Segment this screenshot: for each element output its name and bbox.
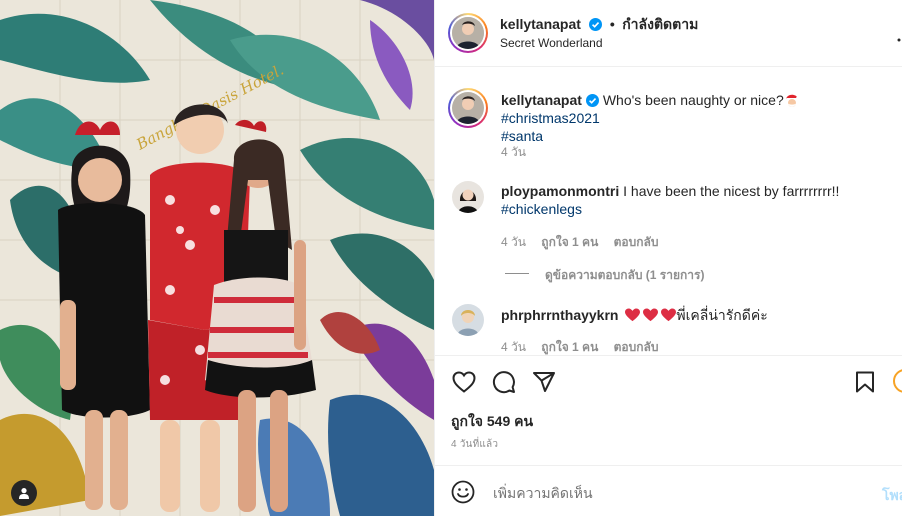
comment-body: I have been the nicest by farrrrrrrr!!	[623, 183, 840, 199]
save-button[interactable]	[852, 369, 878, 395]
emoji-icon	[451, 480, 475, 504]
comment-icon	[492, 371, 515, 394]
comment-body: พี่เคลี่น่ารักดีค่ะ	[676, 307, 768, 323]
bookmark-icon	[856, 371, 874, 393]
post-location[interactable]: Secret Wonderland	[500, 36, 603, 50]
hashtag-santa[interactable]: #santa	[501, 128, 543, 144]
post-header: kellytanapat • กำลังติดตาม Secret Wonder…	[435, 0, 902, 67]
post-photo[interactable]: Bangkok Oasis Hotel.	[0, 0, 434, 516]
comment-meta: 4 วัน ถูกใจ 1 คน ตอบกลับ	[501, 338, 659, 355]
tagged-people-button[interactable]	[11, 480, 37, 506]
following-button[interactable]: กำลังติดตาม	[622, 16, 698, 32]
collection-icon[interactable]	[893, 369, 902, 393]
post-sidebar: kellytanapat • กำลังติดตาม Secret Wonder…	[434, 0, 902, 516]
more-options-icon[interactable]	[896, 30, 902, 48]
comment-text: phrphrrnthayykrn พี่เคลี่น่ารักดีค่ะ	[501, 306, 897, 324]
photo-illustration: Bangkok Oasis Hotel.	[0, 0, 434, 516]
view-replies-button[interactable]: ดูข้อความตอบกลับ (1 รายการ)	[545, 266, 704, 285]
separator-dot: •	[609, 16, 615, 32]
caption-time[interactable]: 4 วัน	[501, 143, 526, 162]
reply-button[interactable]: ตอบกลับ	[614, 340, 659, 354]
reply-button[interactable]: ตอบกลับ	[614, 235, 659, 249]
author-username[interactable]: kellytanapat	[500, 16, 581, 32]
emoji-button[interactable]	[450, 479, 476, 505]
heart-icon	[452, 371, 476, 393]
comment-author[interactable]: phrphrrnthayykrn	[501, 307, 618, 323]
comment-author[interactable]: ploypamonmontri	[501, 183, 619, 199]
comments-list[interactable]: kellytanapat Who's been naughty or nice?…	[435, 67, 902, 356]
caption-avatar[interactable]	[452, 92, 484, 124]
author-avatar[interactable]	[452, 17, 484, 49]
comment-time[interactable]: 4 วัน	[501, 340, 526, 354]
comment-button[interactable]	[491, 369, 517, 395]
comment-meta: 4 วัน ถูกใจ 1 คน ตอบกลับ	[501, 233, 659, 252]
hashtag-christmas2021[interactable]: #christmas2021	[501, 110, 600, 126]
comment-likes[interactable]: ถูกใจ 1 คน	[541, 235, 598, 249]
red-heart-emoji	[625, 308, 641, 322]
comment-avatar[interactable]	[452, 304, 484, 336]
comment-likes[interactable]: ถูกใจ 1 คน	[541, 340, 598, 354]
hashtag-chickenlegs[interactable]: #chickenlegs	[501, 201, 582, 217]
comment-time[interactable]: 4 วัน	[501, 235, 526, 249]
verified-badge-icon	[589, 18, 603, 31]
comment-composer: โพสต์	[435, 465, 902, 516]
verified-badge-icon	[585, 94, 599, 107]
caption-text: kellytanapat Who's been naughty or nice?…	[501, 91, 897, 145]
red-heart-emoji	[661, 308, 677, 322]
red-heart-emoji	[643, 308, 659, 322]
caption-body: Who's been naughty or nice?	[602, 92, 784, 108]
comment-text: ploypamonmontri I have been the nicest b…	[501, 182, 897, 218]
likes-count[interactable]: ถูกใจ 549 คน	[451, 411, 533, 433]
post-comment-button[interactable]: โพสต์	[882, 485, 902, 507]
santa-emoji	[785, 94, 800, 107]
post-age[interactable]: 4 วันที่แล้ว	[451, 437, 498, 452]
caption-author[interactable]: kellytanapat	[501, 92, 582, 108]
replies-divider	[505, 273, 529, 274]
comment-input[interactable]	[491, 480, 855, 506]
comment-avatar[interactable]	[452, 181, 484, 213]
share-button[interactable]	[531, 369, 557, 395]
person-icon	[19, 488, 29, 499]
post-dialog: Bangkok Oasis Hotel. kellytanapat • กำลั…	[0, 0, 902, 516]
share-icon	[533, 372, 555, 392]
like-button[interactable]	[451, 369, 477, 395]
